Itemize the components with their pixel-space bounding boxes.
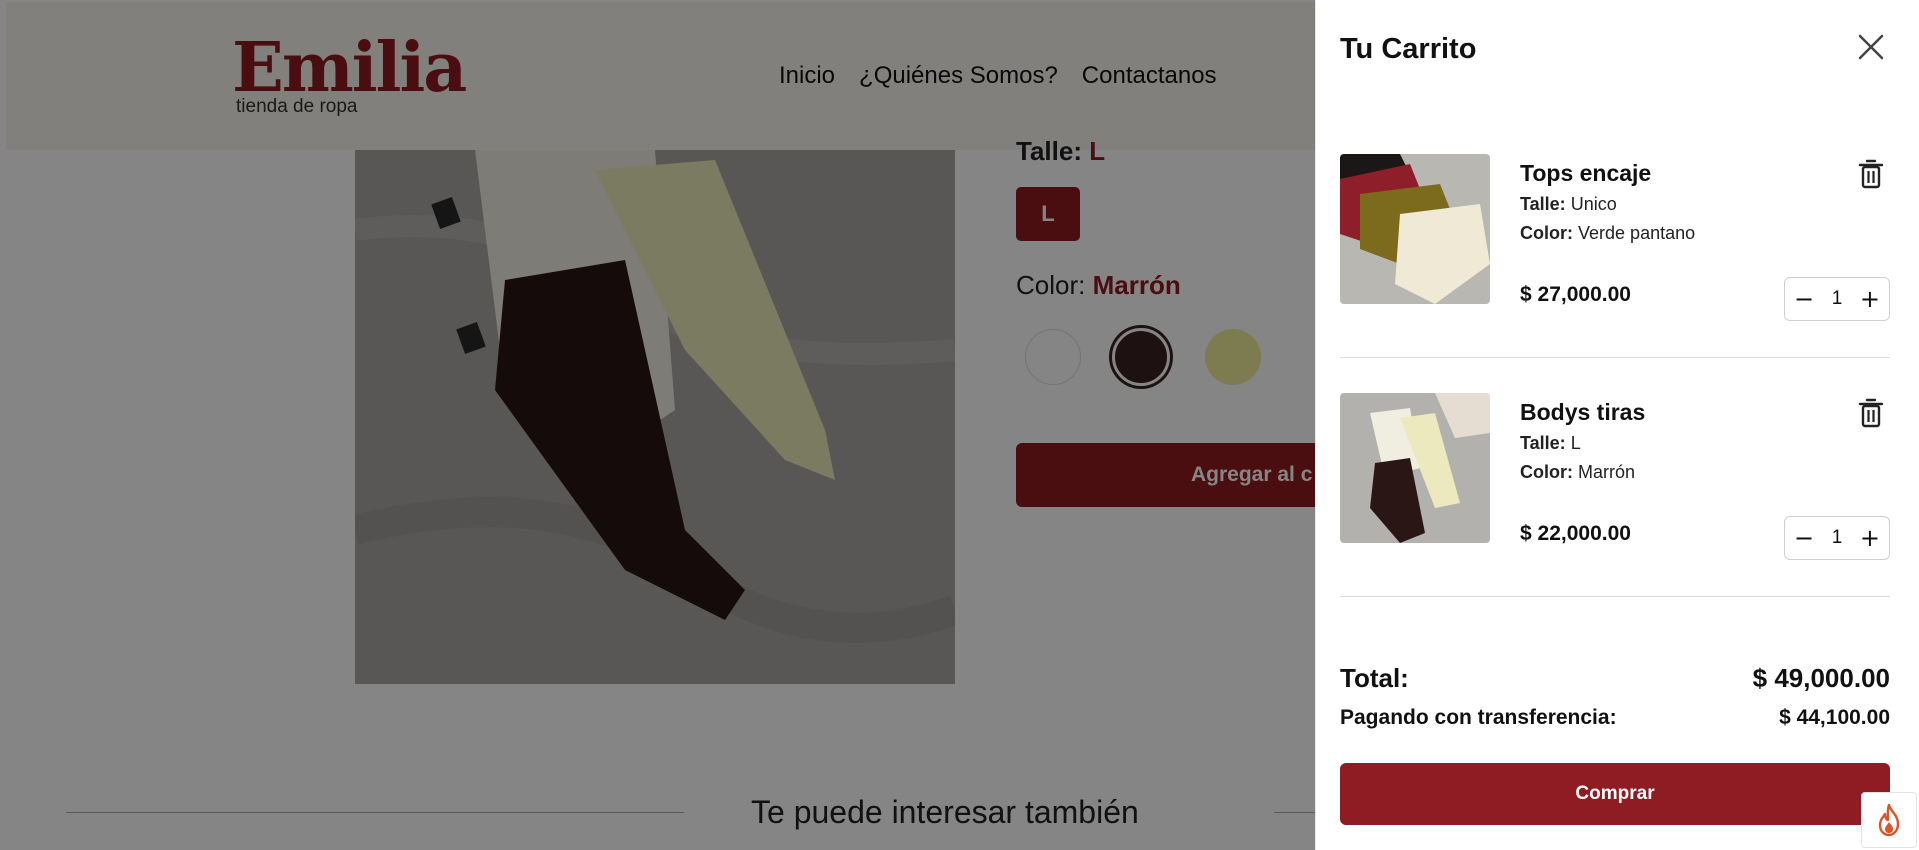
attr-label: Talle:	[1520, 194, 1566, 214]
cart-item: Bodys tiras Talle: L Color: Marrón $ 22,…	[1340, 358, 1890, 597]
total-value: $ 49,000.00	[1752, 663, 1890, 693]
cart-item-thumbnail[interactable]	[1340, 154, 1490, 304]
transfer-value: $ 44,100.00	[1779, 706, 1890, 729]
cart-drawer: Tu Carrito Tops encaje Talle: Unico Colo…	[1315, 0, 1919, 850]
cart-title: Tu Carrito	[1340, 33, 1477, 65]
cart-item-name: Bodys tiras	[1520, 399, 1646, 425]
cart-item-color: Color: Verde pantano	[1520, 223, 1695, 244]
cart-item-size: Talle: L	[1520, 433, 1581, 454]
cart-item-name: Tops encaje	[1520, 160, 1652, 186]
attr-value: L	[1570, 433, 1581, 453]
total-label: Total:	[1340, 663, 1409, 693]
attr-value: Unico	[1570, 194, 1617, 214]
fire-icon[interactable]	[1861, 792, 1917, 848]
total-row: Total: $ 49,000.00	[1340, 663, 1890, 694]
attr-label: Color:	[1520, 223, 1573, 243]
plus-icon[interactable]: +	[1857, 286, 1883, 312]
transfer-row: Pagando con transferencia: $ 44,100.00	[1340, 706, 1890, 730]
cart-item-size: Talle: Unico	[1520, 194, 1617, 215]
minus-icon[interactable]: −	[1791, 286, 1817, 312]
attr-value: Verde pantano	[1578, 223, 1696, 243]
trash-icon[interactable]	[1856, 397, 1886, 429]
attr-label: Color:	[1520, 462, 1573, 482]
quantity-stepper: − 1 +	[1784, 277, 1890, 321]
quantity-stepper: − 1 +	[1784, 516, 1890, 560]
quantity-value: 1	[1831, 527, 1843, 548]
cart-item: Tops encaje Talle: Unico Color: Verde pa…	[1340, 119, 1890, 358]
checkout-button[interactable]: Comprar	[1340, 763, 1890, 825]
attr-value: Marrón	[1578, 462, 1636, 482]
cart-item-color: Color: Marrón	[1520, 462, 1635, 483]
attr-label: Talle:	[1520, 433, 1566, 453]
minus-icon[interactable]: −	[1791, 525, 1817, 551]
cart-totals: Total: $ 49,000.00 Pagando con transfere…	[1340, 663, 1890, 730]
trash-icon[interactable]	[1856, 158, 1886, 190]
transfer-label: Pagando con transferencia:	[1340, 706, 1617, 729]
plus-icon[interactable]: +	[1857, 525, 1883, 551]
close-icon[interactable]	[1856, 32, 1886, 62]
cart-item-price: $ 22,000.00	[1520, 522, 1631, 545]
quantity-value: 1	[1831, 288, 1843, 309]
cart-item-thumbnail[interactable]	[1340, 393, 1490, 543]
cart-item-price: $ 27,000.00	[1520, 283, 1631, 306]
